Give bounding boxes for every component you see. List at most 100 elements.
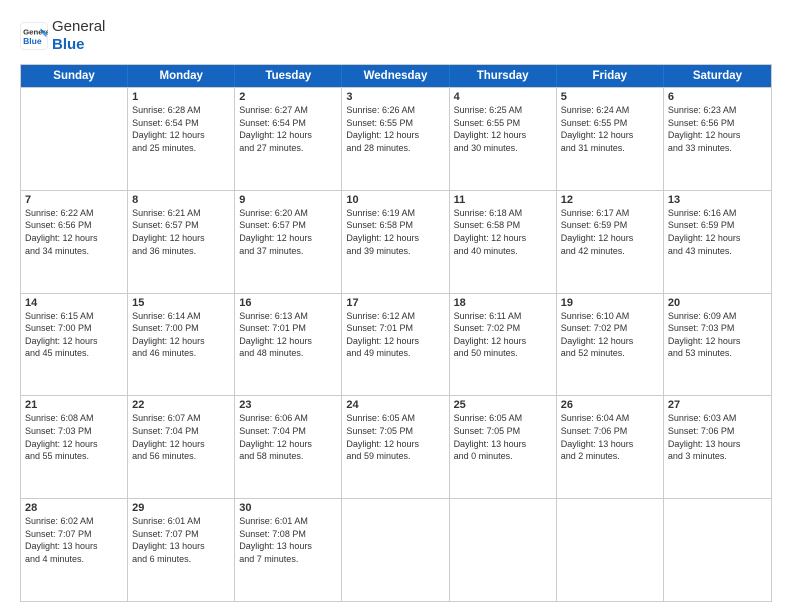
cell-info-line: and 58 minutes. [239,450,337,463]
day-number: 13 [668,194,767,206]
cell-info-line: and 27 minutes. [239,142,337,155]
calendar-row: 14Sunrise: 6:15 AMSunset: 7:00 PMDayligh… [21,293,771,396]
cell-info-line: Sunrise: 6:07 AM [132,412,230,425]
cell-info-line: Daylight: 12 hours [561,129,659,142]
cell-info-line: Sunrise: 6:20 AM [239,207,337,220]
cell-info-line: and 55 minutes. [25,450,123,463]
cell-info-line: Sunrise: 6:10 AM [561,310,659,323]
calendar-cell: 23Sunrise: 6:06 AMSunset: 7:04 PMDayligh… [235,396,342,498]
cell-info-line: Daylight: 13 hours [239,540,337,553]
calendar-cell: 11Sunrise: 6:18 AMSunset: 6:58 PMDayligh… [450,191,557,293]
cell-info-line: Daylight: 12 hours [346,129,444,142]
weekday-header: Sunday [21,65,128,87]
calendar-cell: 20Sunrise: 6:09 AMSunset: 7:03 PMDayligh… [664,294,771,396]
calendar-cell: 14Sunrise: 6:15 AMSunset: 7:00 PMDayligh… [21,294,128,396]
cell-info-line: Sunset: 6:57 PM [239,219,337,232]
calendar-cell [664,499,771,601]
cell-info-line: Sunrise: 6:12 AM [346,310,444,323]
cell-info-line: Sunset: 7:06 PM [668,425,767,438]
day-number: 7 [25,194,123,206]
cell-info-line: Sunset: 7:00 PM [132,322,230,335]
day-number: 30 [239,502,337,514]
cell-info-line: Sunrise: 6:24 AM [561,104,659,117]
cell-info-line: and 49 minutes. [346,347,444,360]
cell-info-line: Sunrise: 6:01 AM [239,515,337,528]
cell-info-line: Daylight: 12 hours [561,335,659,348]
calendar-cell: 9Sunrise: 6:20 AMSunset: 6:57 PMDaylight… [235,191,342,293]
day-number: 10 [346,194,444,206]
cell-info-line: Sunset: 6:58 PM [454,219,552,232]
calendar-row: 1Sunrise: 6:28 AMSunset: 6:54 PMDaylight… [21,87,771,190]
weekday-header: Saturday [664,65,771,87]
weekday-header: Tuesday [235,65,342,87]
calendar-cell: 4Sunrise: 6:25 AMSunset: 6:55 PMDaylight… [450,88,557,190]
cell-info-line: Sunset: 6:56 PM [668,117,767,130]
cell-info-line: Sunset: 7:03 PM [25,425,123,438]
cell-info-line: and 36 minutes. [132,245,230,258]
calendar-row: 28Sunrise: 6:02 AMSunset: 7:07 PMDayligh… [21,498,771,601]
day-number: 20 [668,297,767,309]
cell-info-line: and 25 minutes. [132,142,230,155]
cell-info-line: Daylight: 12 hours [239,335,337,348]
cell-info-line: Daylight: 13 hours [561,438,659,451]
cell-info-line: Sunrise: 6:14 AM [132,310,230,323]
cell-info-line: Sunrise: 6:19 AM [346,207,444,220]
cell-info-line: and 3 minutes. [668,450,767,463]
cell-info-line: and 40 minutes. [454,245,552,258]
cell-info-line: Sunrise: 6:28 AM [132,104,230,117]
day-number: 8 [132,194,230,206]
calendar-cell: 18Sunrise: 6:11 AMSunset: 7:02 PMDayligh… [450,294,557,396]
day-number: 14 [25,297,123,309]
cell-info-line: and 50 minutes. [454,347,552,360]
cell-info-line: and 46 minutes. [132,347,230,360]
day-number: 21 [25,399,123,411]
cell-info-line: Daylight: 12 hours [668,232,767,245]
day-number: 27 [668,399,767,411]
calendar-cell: 13Sunrise: 6:16 AMSunset: 6:59 PMDayligh… [664,191,771,293]
weekday-header: Thursday [450,65,557,87]
cell-info-line: Sunset: 7:07 PM [132,528,230,541]
cell-info-line: Sunset: 6:59 PM [561,219,659,232]
weekday-header: Wednesday [342,65,449,87]
calendar-cell: 8Sunrise: 6:21 AMSunset: 6:57 PMDaylight… [128,191,235,293]
calendar-cell [342,499,449,601]
cell-info-line: Sunrise: 6:13 AM [239,310,337,323]
cell-info-line: Sunset: 7:05 PM [346,425,444,438]
calendar-cell: 30Sunrise: 6:01 AMSunset: 7:08 PMDayligh… [235,499,342,601]
day-number: 3 [346,91,444,103]
calendar-cell: 17Sunrise: 6:12 AMSunset: 7:01 PMDayligh… [342,294,449,396]
cell-info-line: Sunrise: 6:08 AM [25,412,123,425]
cell-info-line: Sunrise: 6:21 AM [132,207,230,220]
calendar-header: SundayMondayTuesdayWednesdayThursdayFrid… [21,65,771,87]
cell-info-line: and 56 minutes. [132,450,230,463]
calendar-body: 1Sunrise: 6:28 AMSunset: 6:54 PMDaylight… [21,87,771,601]
day-number: 6 [668,91,767,103]
cell-info-line: and 59 minutes. [346,450,444,463]
cell-info-line: Sunset: 7:07 PM [25,528,123,541]
day-number: 19 [561,297,659,309]
day-number: 22 [132,399,230,411]
cell-info-line: Daylight: 12 hours [454,129,552,142]
logo-text: General Blue [52,18,105,54]
cell-info-line: Daylight: 12 hours [346,335,444,348]
day-number: 12 [561,194,659,206]
cell-info-line: Sunrise: 6:05 AM [346,412,444,425]
cell-info-line: and 52 minutes. [561,347,659,360]
cell-info-line: and 28 minutes. [346,142,444,155]
calendar-cell: 22Sunrise: 6:07 AMSunset: 7:04 PMDayligh… [128,396,235,498]
svg-text:Blue: Blue [23,36,42,46]
calendar-cell: 3Sunrise: 6:26 AMSunset: 6:55 PMDaylight… [342,88,449,190]
cell-info-line: Daylight: 12 hours [239,129,337,142]
weekday-header: Friday [557,65,664,87]
cell-info-line: Sunset: 7:01 PM [239,322,337,335]
cell-info-line: Daylight: 12 hours [668,335,767,348]
day-number: 18 [454,297,552,309]
cell-info-line: Sunset: 6:58 PM [346,219,444,232]
cell-info-line: Sunrise: 6:18 AM [454,207,552,220]
day-number: 2 [239,91,337,103]
cell-info-line: Daylight: 12 hours [25,232,123,245]
cell-info-line: Sunset: 7:04 PM [132,425,230,438]
cell-info-line: Daylight: 12 hours [454,232,552,245]
calendar-row: 7Sunrise: 6:22 AMSunset: 6:56 PMDaylight… [21,190,771,293]
day-number: 16 [239,297,337,309]
